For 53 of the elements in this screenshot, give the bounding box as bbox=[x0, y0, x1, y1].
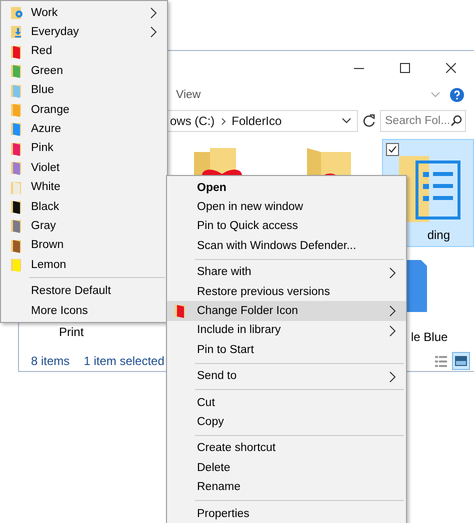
chevron-icon bbox=[389, 324, 396, 337]
ribbon-tab[interactable]: View bbox=[176, 89, 201, 101]
breadcrumb[interactable]: FolderIco bbox=[232, 114, 282, 128]
menu-item[interactable]: More Icons bbox=[1, 300, 167, 320]
breadcrumb-separator-icon bbox=[220, 118, 226, 124]
search-field[interactable]: Search Fol... bbox=[380, 110, 466, 132]
menu-item[interactable]: Brown bbox=[1, 236, 167, 256]
chevron-icon bbox=[150, 7, 157, 19]
menu-item[interactable]: Gray bbox=[1, 216, 167, 236]
checkbox[interactable] bbox=[386, 143, 400, 156]
help-icon[interactable] bbox=[450, 88, 464, 102]
menu-item[interactable]: Include in library bbox=[167, 320, 406, 340]
menu-item[interactable]: Restore previous versions bbox=[167, 282, 406, 302]
large-icons-view-icon bbox=[455, 356, 467, 366]
refresh-icon[interactable] bbox=[362, 114, 376, 128]
menu-item[interactable]: Red bbox=[1, 42, 167, 62]
chevron-icon bbox=[389, 370, 396, 383]
menu-item[interactable]: Share with bbox=[167, 262, 406, 282]
chevron-icon bbox=[389, 266, 396, 279]
menu-item[interactable]: Rename bbox=[167, 477, 406, 497]
menu-item[interactable]: Cut bbox=[167, 392, 406, 412]
dropdown-icon[interactable] bbox=[342, 118, 351, 124]
chevron-icon bbox=[150, 26, 157, 38]
menu-item[interactable]: Copy bbox=[167, 412, 406, 432]
maximize-icon[interactable] bbox=[400, 63, 410, 73]
folder-gear-icon bbox=[11, 6, 25, 20]
menu-item[interactable]: Restore Default bbox=[1, 281, 167, 301]
breadcrumb[interactable]: ows (C:) bbox=[170, 114, 215, 128]
search-icon bbox=[451, 115, 462, 126]
menu-item[interactable]: Violet bbox=[1, 158, 167, 178]
item-label: ding bbox=[427, 228, 450, 242]
menu-item[interactable]: Pin to Start bbox=[167, 340, 406, 360]
menu-item[interactable]: Change Folder Icon bbox=[167, 301, 406, 321]
menu-item[interactable]: Lemon bbox=[1, 255, 167, 274]
menu-item[interactable]: Send to bbox=[167, 366, 406, 386]
details-view-icon bbox=[435, 356, 447, 366]
menu-item[interactable]: Everyday bbox=[1, 22, 167, 42]
item-label: le Blue bbox=[411, 330, 448, 344]
menu-item[interactable]: White bbox=[1, 178, 167, 197]
close-icon[interactable] bbox=[446, 63, 456, 73]
menu-item[interactable]: Green bbox=[1, 61, 167, 81]
menu-item[interactable]: Pink bbox=[1, 138, 167, 158]
menu-item[interactable]: Delete bbox=[167, 458, 406, 478]
selection-count: 1 item selected bbox=[84, 354, 164, 368]
item-label: Print bbox=[59, 325, 84, 339]
view-button[interactable] bbox=[452, 352, 470, 370]
menu-item[interactable]: Blue bbox=[1, 80, 167, 100]
menu-item[interactable]: Work bbox=[1, 3, 167, 22]
item-count: 8 items bbox=[31, 354, 70, 368]
menu-item[interactable]: Create shortcut bbox=[167, 438, 406, 458]
menu-item[interactable]: Properties bbox=[167, 504, 406, 523]
menu-item[interactable]: Black bbox=[1, 196, 167, 216]
chevron-icon bbox=[389, 305, 396, 318]
